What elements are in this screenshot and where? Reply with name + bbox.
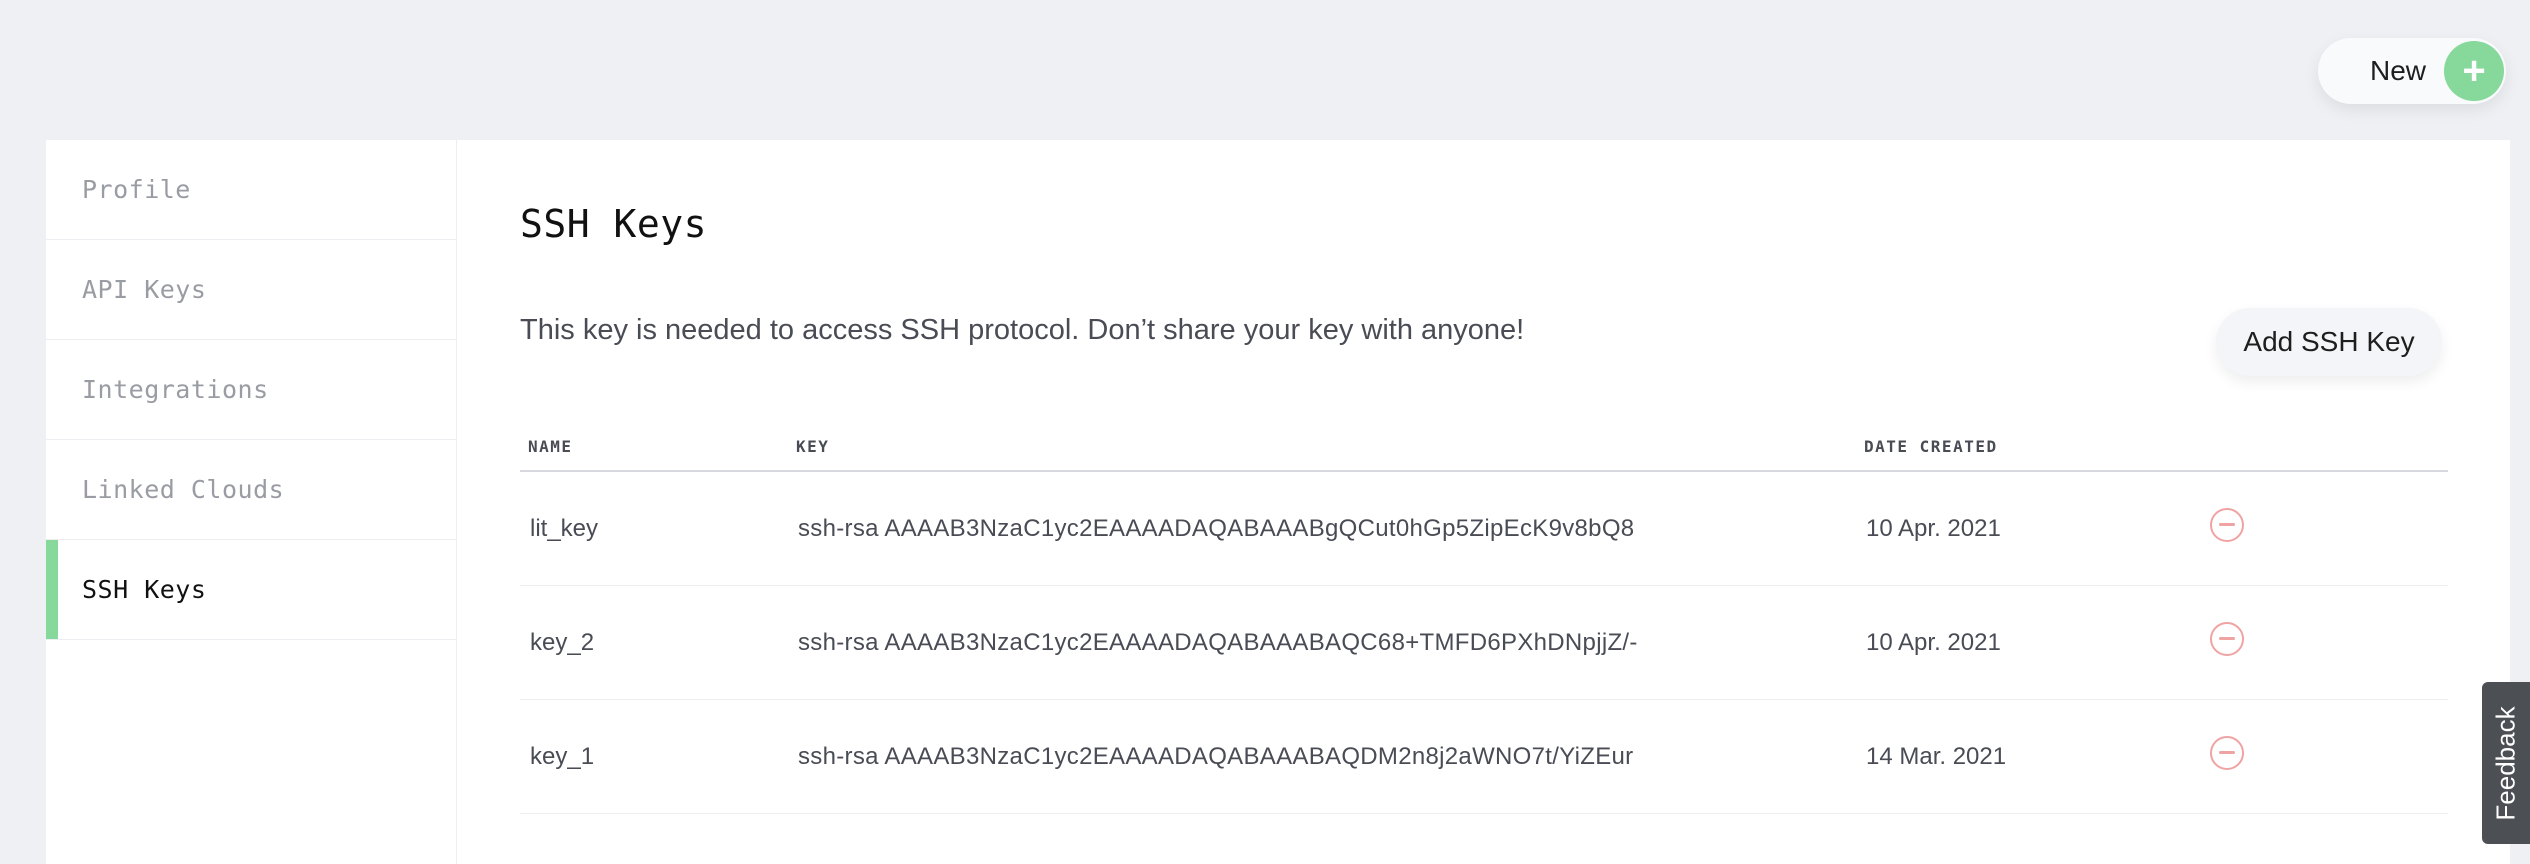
key-name: key_2: [520, 585, 788, 700]
feedback-tab[interactable]: Feedback: [2482, 682, 2530, 844]
sidebar-item-linked-clouds[interactable]: Linked Clouds: [46, 440, 456, 540]
sidebar-item-profile[interactable]: Profile: [46, 140, 456, 240]
page-title: SSH Keys: [520, 202, 708, 246]
remove-icon[interactable]: [2210, 508, 2244, 542]
sidebar-item-ssh-keys[interactable]: SSH Keys: [46, 540, 456, 640]
sidebar-item-integrations[interactable]: Integrations: [46, 340, 456, 440]
key-name: key_1: [520, 699, 788, 814]
new-button[interactable]: New +: [2318, 38, 2506, 104]
remove-icon[interactable]: [2210, 622, 2244, 656]
key-actions: [2190, 471, 2448, 586]
sidebar-item-label: API Keys: [82, 275, 207, 304]
page-description: This key is needed to access SSH protoco…: [520, 314, 1525, 346]
feedback-label: Feedback: [2490, 705, 2521, 821]
key-value: ssh-rsa AAAAB3NzaC1yc2EAAAADAQABAAABAQC6…: [798, 628, 1638, 656]
column-header-actions: [2190, 422, 2448, 472]
sidebar-item-label: SSH Keys: [82, 575, 207, 604]
remove-icon[interactable]: [2210, 736, 2244, 770]
settings-card: Profile API Keys Integrations Linked Clo…: [46, 140, 2510, 864]
key-value-cell: ssh-rsa AAAAB3NzaC1yc2EAAAADAQABAAABgQCu…: [788, 471, 1856, 586]
settings-sidebar: Profile API Keys Integrations Linked Clo…: [46, 140, 457, 864]
key-value: ssh-rsa AAAAB3NzaC1yc2EAAAADAQABAAABAQDM…: [798, 742, 1634, 770]
key-date: 10 Apr. 2021: [1856, 585, 2190, 700]
ssh-keys-table: NAME KEY DATE CREATED lit_key ssh-rsa AA…: [520, 422, 2448, 814]
sidebar-item-label: Linked Clouds: [82, 475, 285, 504]
sidebar-item-label: Integrations: [82, 375, 269, 404]
table-row: lit_key ssh-rsa AAAAB3NzaC1yc2EAAAADAQAB…: [520, 471, 2448, 586]
key-value: ssh-rsa AAAAB3NzaC1yc2EAAAADAQABAAABgQCu…: [798, 514, 1635, 542]
table-header-row: NAME KEY DATE CREATED: [520, 422, 2448, 472]
sidebar-item-api-keys[interactable]: API Keys: [46, 240, 456, 340]
key-actions: [2190, 585, 2448, 700]
new-button-label: New: [2369, 55, 2426, 86]
column-header-name: NAME: [520, 422, 788, 472]
table-row: key_2 ssh-rsa AAAAB3NzaC1yc2EAAAADAQABAA…: [520, 585, 2448, 700]
add-ssh-key-button[interactable]: Add SSH Key: [2216, 308, 2442, 376]
plus-icon: +: [2444, 41, 2504, 101]
key-actions: [2190, 699, 2448, 814]
key-value-cell: ssh-rsa AAAAB3NzaC1yc2EAAAADAQABAAABAQDM…: [788, 699, 1856, 814]
sidebar-item-label: Profile: [82, 175, 191, 204]
column-header-date-created: DATE CREATED: [1856, 422, 2190, 472]
key-date: 10 Apr. 2021: [1856, 471, 2190, 586]
key-value-cell: ssh-rsa AAAAB3NzaC1yc2EAAAADAQABAAABAQC6…: [788, 585, 1856, 700]
key-name: lit_key: [520, 471, 788, 586]
table-row: key_1 ssh-rsa AAAAB3NzaC1yc2EAAAADAQABAA…: [520, 699, 2448, 814]
key-date: 14 Mar. 2021: [1856, 699, 2190, 814]
column-header-key: KEY: [788, 422, 1856, 472]
